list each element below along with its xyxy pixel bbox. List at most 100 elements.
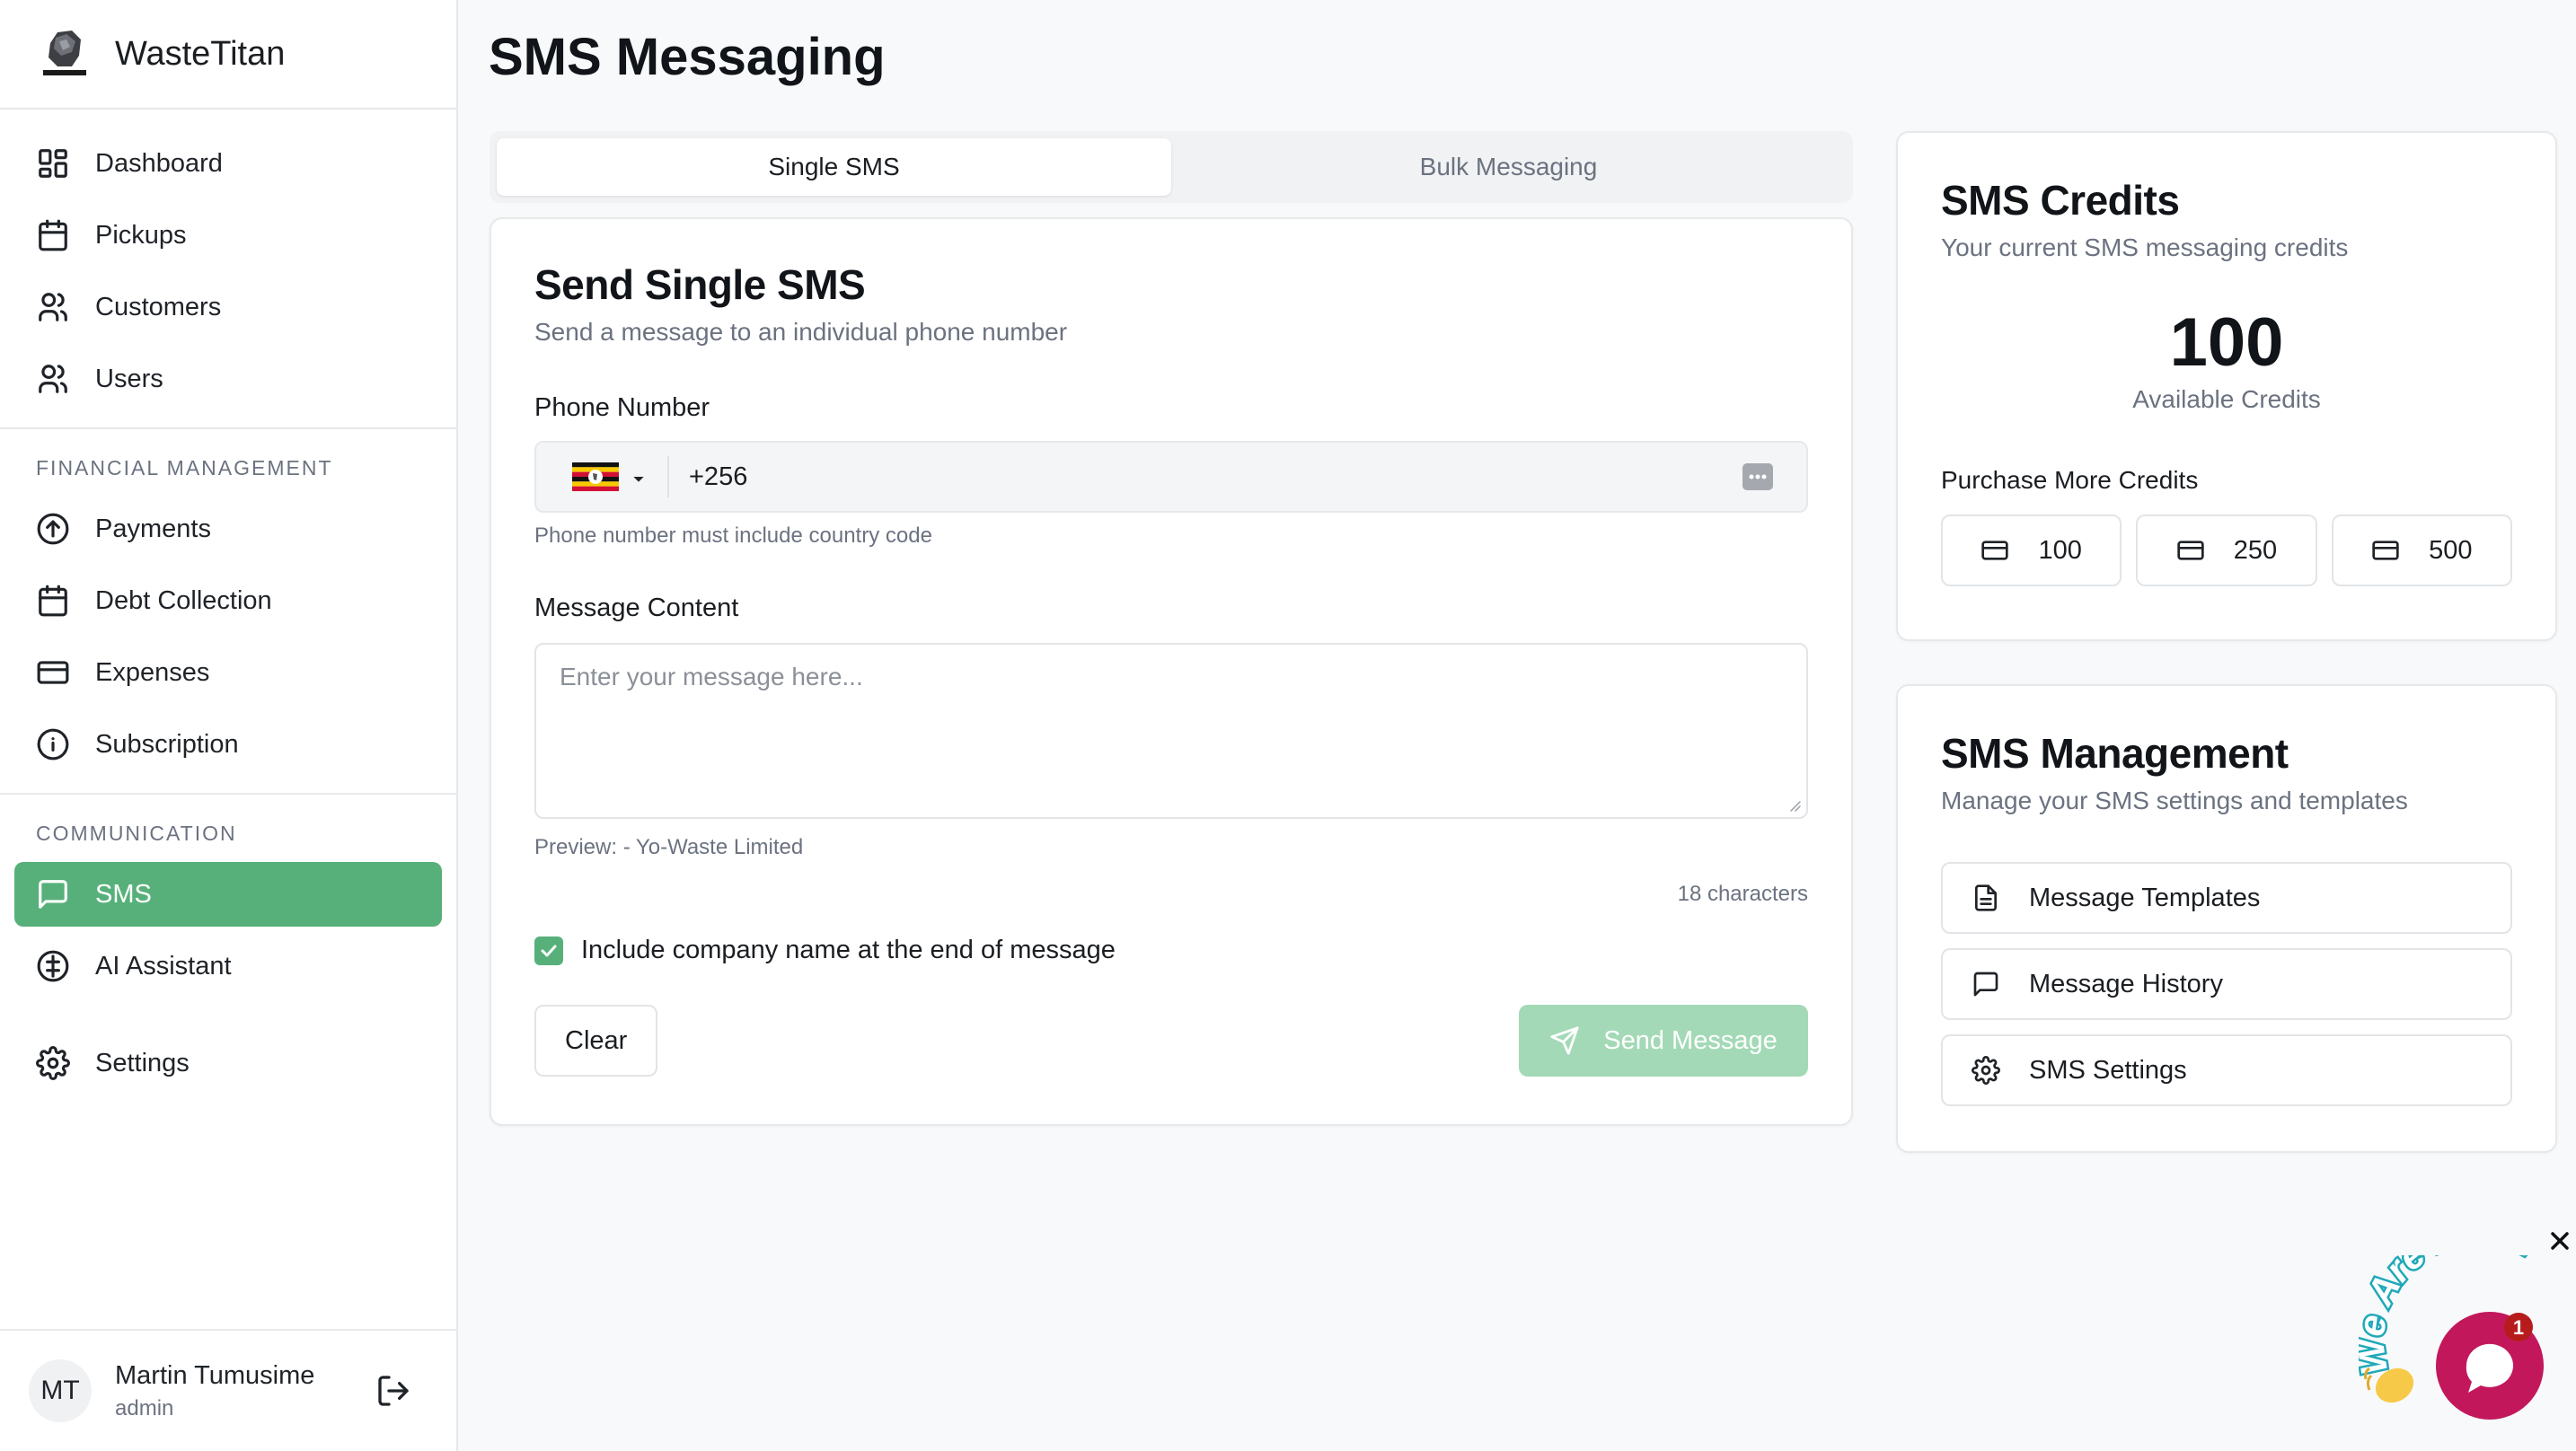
message-square-icon: [1973, 972, 1998, 997]
sidebar-item-expenses[interactable]: Expenses: [14, 640, 442, 705]
autofill-icon[interactable]: [1742, 462, 1774, 491]
user-footer: MT Martin Tumusime admin: [0, 1329, 456, 1451]
include-company-checkbox[interactable]: [534, 936, 563, 965]
check-icon: [541, 945, 557, 956]
circle-dollar-icon: [37, 950, 69, 982]
send-single-sms-card: Send Single SMS Send a message to an ind…: [490, 217, 1853, 1126]
message-square-icon: [39, 880, 67, 909]
chat-widget[interactable]: We Are Here! 1: [2359, 1255, 2576, 1444]
phone-number-value[interactable]: +256: [689, 462, 1742, 492]
wastetitan-logo: [43, 31, 86, 75]
sidebar-item-payments[interactable]: Payments: [14, 497, 442, 561]
send-message-label: Send Message: [1603, 1025, 1778, 1055]
calendar-icon: [39, 219, 67, 251]
financial-nav: FINANCIAL MANAGEMENT Payments Debt Colle…: [0, 427, 456, 777]
credit-card-icon: [2372, 541, 2399, 560]
sidebar-item-label: Users: [95, 364, 163, 393]
credit-card-icon: [1981, 541, 2009, 560]
user-name: Martin Tumusime: [115, 1360, 315, 1390]
management-list: Message Templates Message History SMS Se…: [1941, 862, 2512, 1106]
sidebar-item-label: SMS: [95, 879, 152, 909]
sidebar-item-label: Debt Collection: [95, 585, 272, 615]
nav-section-heading: COMMUNICATION: [36, 822, 237, 845]
sidebar-item-label: Dashboard: [95, 148, 223, 178]
sidebar-item-label: AI Assistant: [95, 951, 232, 981]
credit-option-label: 500: [2429, 535, 2473, 565]
sms-tabs: Single SMS Bulk Messaging: [490, 131, 1853, 203]
buy-credits-100-button[interactable]: 100: [1941, 514, 2122, 586]
circle-arrow-up-icon: [37, 513, 69, 545]
include-company-row[interactable]: Include company name at the end of messa…: [534, 936, 1808, 965]
clear-button[interactable]: Clear: [534, 1005, 658, 1077]
include-company-label: Include company name at the end of messa…: [581, 936, 1116, 964]
sidebar-item-sms[interactable]: SMS: [14, 862, 442, 927]
sidebar-item-subscription[interactable]: Subscription: [14, 712, 442, 777]
sidebar-item-label: Expenses: [95, 657, 210, 687]
sidebar-item-settings[interactable]: Settings: [14, 1031, 442, 1095]
message-templates-button[interactable]: Message Templates: [1941, 862, 2512, 934]
user-info: Martin Tumusime admin: [115, 1361, 375, 1421]
message-history-button[interactable]: Message History: [1941, 948, 2512, 1020]
purchase-credits-label: Purchase More Credits: [1941, 466, 2199, 494]
chevron-down-icon[interactable]: [633, 471, 644, 482]
users-icon: [39, 293, 67, 321]
buy-credits-250-button[interactable]: 250: [2136, 514, 2317, 586]
sidebar-item-customers[interactable]: Customers: [14, 275, 442, 339]
close-icon[interactable]: [2549, 1230, 2571, 1252]
buy-credits-500-button[interactable]: 500: [2331, 514, 2512, 586]
resize-handle-icon[interactable]: [1786, 797, 1801, 812]
notification-badge-count: 1: [2513, 1316, 2524, 1339]
main-nav: Dashboard Pickups Customers Users: [0, 110, 456, 411]
sidebar-item-label: Subscription: [95, 729, 239, 759]
message-textarea[interactable]: Enter your message here...: [534, 643, 1808, 819]
phone-helper-text: Phone number must include country code: [534, 523, 932, 548]
sidebar-item-dashboard[interactable]: Dashboard: [14, 131, 442, 196]
info-circle-icon: [37, 728, 69, 761]
card-title: Send Single SMS: [534, 261, 866, 308]
sms-settings-button[interactable]: SMS Settings: [1941, 1034, 2512, 1106]
credit-option-label: 100: [2038, 535, 2082, 565]
sms-management-card: SMS Management Manage your SMS settings …: [1896, 684, 2557, 1153]
user-role: admin: [115, 1395, 174, 1420]
form-actions: Clear Send Message: [534, 1005, 1808, 1077]
management-item-label: SMS Settings: [2029, 1055, 2187, 1085]
dashboard-icon: [39, 149, 67, 178]
management-item-label: Message History: [2029, 969, 2223, 998]
sidebar-item-users[interactable]: Users: [14, 347, 442, 411]
available-credits-value: 100: [2169, 304, 2284, 381]
gear-icon: [36, 1046, 70, 1080]
gear-icon: [1972, 1056, 2000, 1085]
send-icon: [1550, 1026, 1579, 1055]
management-item-label: Message Templates: [2029, 883, 2261, 912]
uganda-flag-icon[interactable]: [572, 462, 619, 491]
brand[interactable]: WasteTitan: [0, 0, 456, 110]
sidebar-item-debt-collection[interactable]: Debt Collection: [14, 568, 442, 633]
phone-number-input[interactable]: +256: [534, 441, 1808, 513]
send-message-button[interactable]: Send Message: [1519, 1005, 1808, 1077]
settings-nav: Settings: [0, 1006, 456, 1095]
file-text-icon: [1975, 884, 1997, 911]
sidebar-item-label: Pickups: [95, 220, 187, 250]
avatar[interactable]: MT: [29, 1359, 92, 1422]
message-placeholder: Enter your message here...: [560, 663, 863, 690]
card-subtitle: Send a message to an individual phone nu…: [534, 318, 1068, 346]
sidebar-item-ai-assistant[interactable]: AI Assistant: [14, 934, 442, 998]
tab-bulk-messaging[interactable]: Bulk Messaging: [1171, 138, 1846, 196]
communication-nav: COMMUNICATION SMS AI Assistant: [0, 793, 456, 998]
tab-single-sms[interactable]: Single SMS: [497, 138, 1171, 196]
phone-number-label: Phone Number: [534, 393, 710, 422]
card-subtitle: Manage your SMS settings and templates: [1941, 787, 2408, 814]
sidebar-item-pickups[interactable]: Pickups: [14, 203, 442, 268]
sidebar-item-label: Customers: [95, 292, 222, 321]
credit-card-icon: [2177, 541, 2204, 560]
brand-name: WasteTitan: [115, 34, 286, 73]
page-title: SMS Messaging: [489, 28, 886, 86]
sidebar: WasteTitan Dashboard Pickups Customers U…: [0, 0, 458, 1451]
users-icon: [39, 365, 67, 393]
credit-options: 100 250 500: [1941, 514, 2512, 586]
divider: [667, 456, 669, 497]
logout-icon[interactable]: [375, 1373, 411, 1409]
card-title: SMS Credits: [1941, 177, 2180, 224]
card-subtitle: Your current SMS messaging credits: [1941, 233, 2349, 261]
card-title: SMS Management: [1941, 730, 2289, 777]
